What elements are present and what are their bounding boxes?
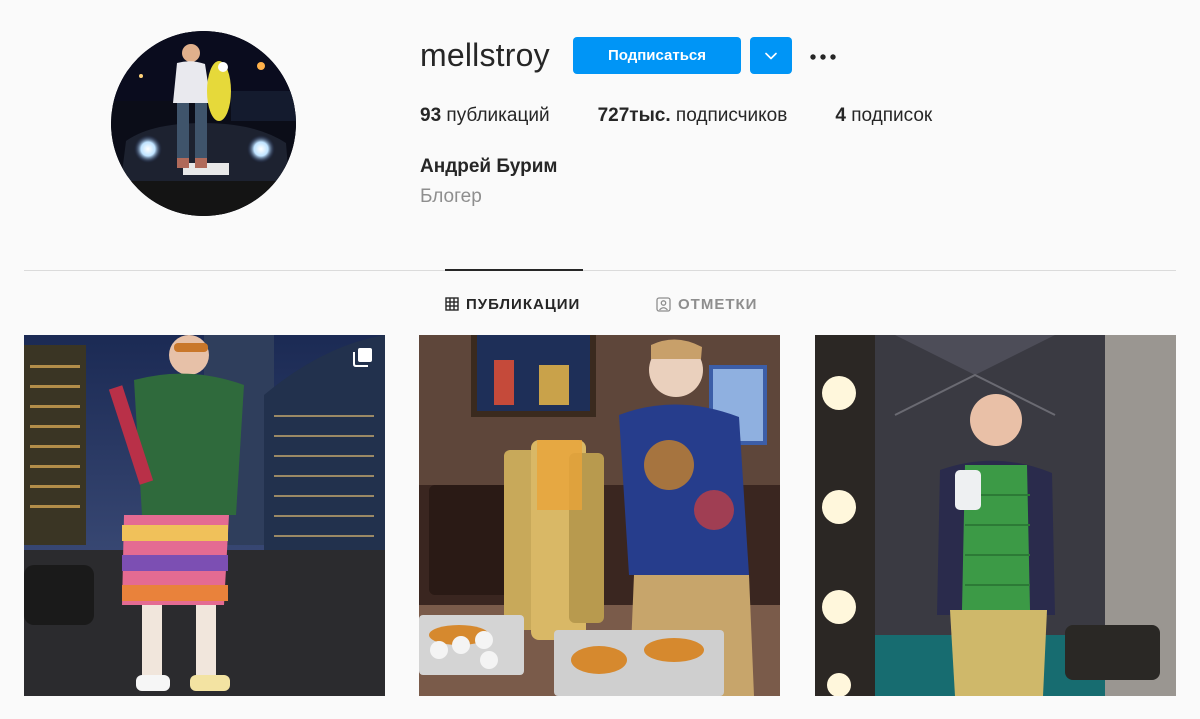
profile-avatar[interactable] [111,31,296,216]
chevron-down-icon [765,48,777,63]
post-image [815,335,1176,696]
following-label: подписок [851,105,933,126]
post-thumbnail[interactable] [24,335,385,696]
post-image [24,335,385,696]
posts-label: публикаций [446,105,550,126]
profile-page: mellstroy Подписаться 93 публикаций 727т… [0,0,1200,719]
suggestions-dropdown-button[interactable] [750,37,792,74]
grid-icon [445,297,459,311]
followers-stat[interactable]: 727тыс. подписчиков [598,105,788,127]
tab-tagged[interactable]: ОТМЕТКИ [656,294,757,314]
post-thumbnail[interactable] [419,335,780,696]
post-image [419,335,780,696]
profile-full-name: Андрей Бурим [420,156,558,177]
profile-stats: 93 публикаций 727тыс. подписчиков 4 подп… [420,105,980,127]
active-tab-indicator [445,269,583,271]
avatar-photo [111,31,296,216]
tab-tagged-label: ОТМЕТКИ [678,295,758,313]
tabs-divider [24,270,1176,271]
tab-posts[interactable]: ПУБЛИКАЦИИ [445,294,580,314]
profile-username: mellstroy [420,37,550,73]
followers-label: подписчиков [675,105,788,126]
following-count: 4 [835,105,846,126]
post-thumbnail[interactable] [815,335,1176,696]
follow-button[interactable]: Подписаться [573,37,741,74]
posts-stat: 93 публикаций [420,105,550,127]
profile-category: Блогер [420,186,482,207]
followers-count: 727тыс. [597,105,671,126]
tab-posts-label: ПУБЛИКАЦИИ [466,295,581,313]
more-options-icon [810,48,836,63]
posts-count: 93 [420,105,442,126]
tagged-icon [656,296,671,312]
carousel-icon [353,347,373,367]
more-options-button[interactable] [803,39,843,71]
following-stat[interactable]: 4 подписок [835,105,932,127]
